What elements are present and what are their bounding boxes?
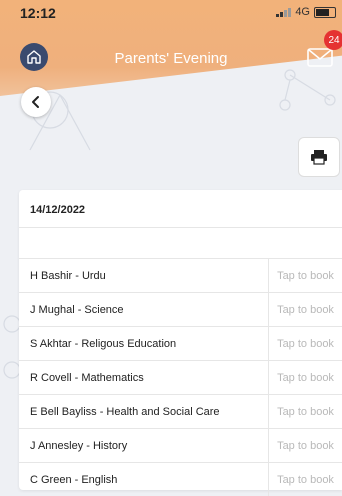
status-indicators: 4G xyxy=(276,6,336,18)
list-item: E Bell Bayliss - Health and Social Care … xyxy=(19,394,342,428)
printer-icon xyxy=(311,150,327,165)
list-item: R Covell - Mathematics Tap to book xyxy=(19,360,342,394)
battery-icon xyxy=(314,6,336,18)
divider xyxy=(19,227,342,228)
status-time: 12:12 xyxy=(20,5,56,21)
evening-date: 14/12/2022 xyxy=(30,204,86,216)
teacher-subject-label: C Green - English xyxy=(30,473,118,486)
teacher-subject-label: S Akhtar - Religous Education xyxy=(30,337,177,350)
teacher-subject-label: R Covell - Mathematics xyxy=(30,371,144,384)
list-item: J Annesley - History Tap to book xyxy=(19,428,342,462)
book-button[interactable]: Tap to book xyxy=(268,429,342,462)
chevron-left-icon xyxy=(32,96,39,108)
list-item: C Green - English Tap to book xyxy=(19,462,342,496)
book-button[interactable]: Tap to book xyxy=(268,293,342,326)
teacher-subject-label: E Bell Bayliss - Health and Social Care xyxy=(30,405,220,418)
signal-icon xyxy=(276,7,292,17)
back-button[interactable] xyxy=(21,87,51,117)
book-button[interactable]: Tap to book xyxy=(268,327,342,360)
book-button[interactable]: Tap to book xyxy=(268,395,342,428)
teacher-subject-label: J Mughal - Science xyxy=(30,303,124,316)
booking-card: 14/12/2022 H Bashir - Urdu Tap to book J… xyxy=(19,190,342,496)
book-button[interactable]: Tap to book xyxy=(268,463,342,496)
teacher-list: H Bashir - Urdu Tap to book J Mughal - S… xyxy=(19,258,342,496)
network-label: 4G xyxy=(295,6,310,18)
page-title: Parents' Evening xyxy=(114,50,228,67)
book-button[interactable]: Tap to book xyxy=(268,259,342,292)
list-item: S Akhtar - Religous Education Tap to boo… xyxy=(19,326,342,360)
teacher-subject-label: J Annesley - History xyxy=(30,439,128,452)
book-button[interactable]: Tap to book xyxy=(268,361,342,394)
list-item: H Bashir - Urdu Tap to book xyxy=(19,258,342,292)
notification-badge: 24 xyxy=(324,30,342,50)
print-button[interactable] xyxy=(298,137,340,177)
teacher-subject-label: H Bashir - Urdu xyxy=(30,269,106,282)
list-item: J Mughal - Science Tap to book xyxy=(19,292,342,326)
